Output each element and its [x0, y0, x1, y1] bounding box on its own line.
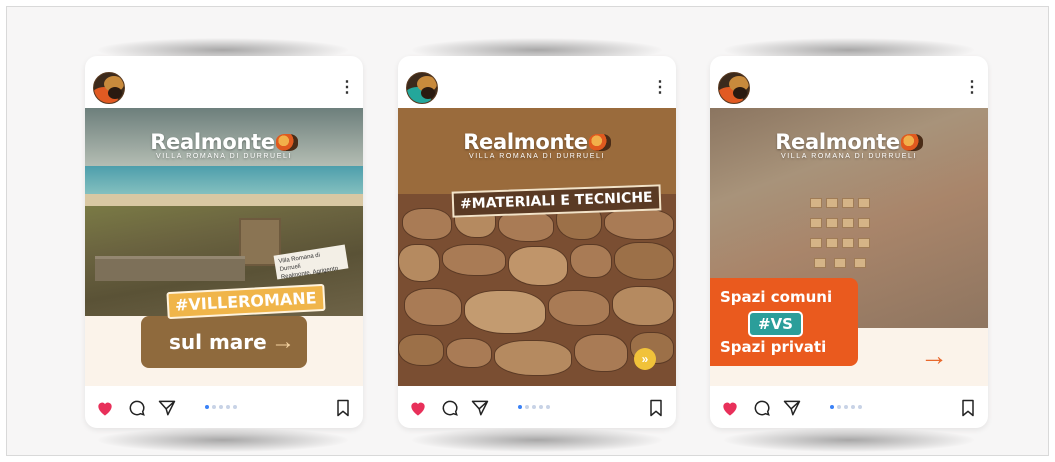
vs-badge: #VS [748, 311, 803, 337]
post-header: ⋮ [710, 56, 988, 108]
more-vertical-icon[interactable]: ⋮ [964, 80, 980, 96]
post-header: ⋮ [85, 56, 363, 108]
post-card-1: ⋮ Villa Romana di Durrueli Realmonte, Ag… [85, 56, 363, 428]
post-image[interactable]: Realmonte VILLA ROMANA DI DURRUELI Spazi… [710, 108, 988, 386]
share-icon[interactable] [157, 398, 177, 418]
heart-icon[interactable] [95, 398, 115, 418]
brand-logo: Realmonte VILLA ROMANA DI DURRUELI [710, 130, 988, 160]
comment-icon[interactable] [127, 398, 147, 418]
comment-icon[interactable] [440, 398, 460, 418]
bookmark-icon[interactable] [646, 398, 666, 418]
headline-line: Spazi comuni [720, 288, 833, 306]
brand-subtitle: VILLA ROMANA DI DURRUELI [780, 153, 918, 160]
post-card-2: ⋮ Realmonte VILLA ROMANA DI DURRUELI #MA… [398, 56, 676, 428]
post-actions [85, 386, 363, 428]
post-actions [398, 386, 676, 428]
brand-title: Realmonte [150, 130, 275, 154]
bookmark-icon[interactable] [958, 398, 978, 418]
post-actions [710, 386, 988, 428]
headline-panel: sul mare → [141, 316, 307, 368]
carousel-indicator [518, 405, 550, 409]
post-image[interactable]: Villa Romana di Durrueli Realmonte, Agri… [85, 108, 363, 386]
arrow-right-icon: → [920, 340, 948, 371]
post-header: ⋮ [398, 56, 676, 108]
heart-icon[interactable] [408, 398, 428, 418]
brand-subtitle: VILLA ROMANA DI DURRUELI [468, 153, 606, 160]
brand-subtitle: VILLA ROMANA DI DURRUELI [155, 153, 293, 160]
post-card-3: ⋮ Realmonte VILLA ROMANA DI DURRUELI Spa… [710, 56, 988, 428]
headline-line: Spazi privati [720, 338, 827, 356]
next-slide-icon[interactable]: » [634, 348, 656, 370]
headline: sul mare [169, 330, 267, 354]
brand-logo: Realmonte VILLA ROMANA DI DURRUELI [398, 130, 676, 160]
brand-title: Realmonte [463, 130, 588, 154]
heart-icon[interactable] [720, 398, 740, 418]
carousel-indicator [830, 405, 862, 409]
card-shadow [724, 428, 974, 452]
brand-logo: Realmonte VILLA ROMANA DI DURRUELI [85, 130, 363, 160]
card-shadow [98, 428, 348, 452]
post-image[interactable]: Realmonte VILLA ROMANA DI DURRUELI #MATE… [398, 108, 676, 386]
share-icon[interactable] [782, 398, 802, 418]
avatar[interactable] [406, 72, 438, 104]
logo-icon [900, 134, 923, 151]
bookmark-icon[interactable] [333, 398, 353, 418]
more-vertical-icon[interactable]: ⋮ [652, 80, 668, 96]
comparison-panel: Spazi comuni #VS Spazi privati [710, 278, 858, 366]
comment-icon[interactable] [752, 398, 772, 418]
arrow-right-icon: → [271, 328, 295, 355]
logo-icon [588, 134, 611, 151]
more-vertical-icon[interactable]: ⋮ [339, 80, 355, 96]
logo-icon [275, 134, 298, 151]
carousel-indicator [205, 405, 237, 409]
card-shadow [412, 428, 662, 452]
avatar[interactable] [718, 72, 750, 104]
share-icon[interactable] [470, 398, 490, 418]
brand-title: Realmonte [775, 130, 900, 154]
avatar[interactable] [93, 72, 125, 104]
